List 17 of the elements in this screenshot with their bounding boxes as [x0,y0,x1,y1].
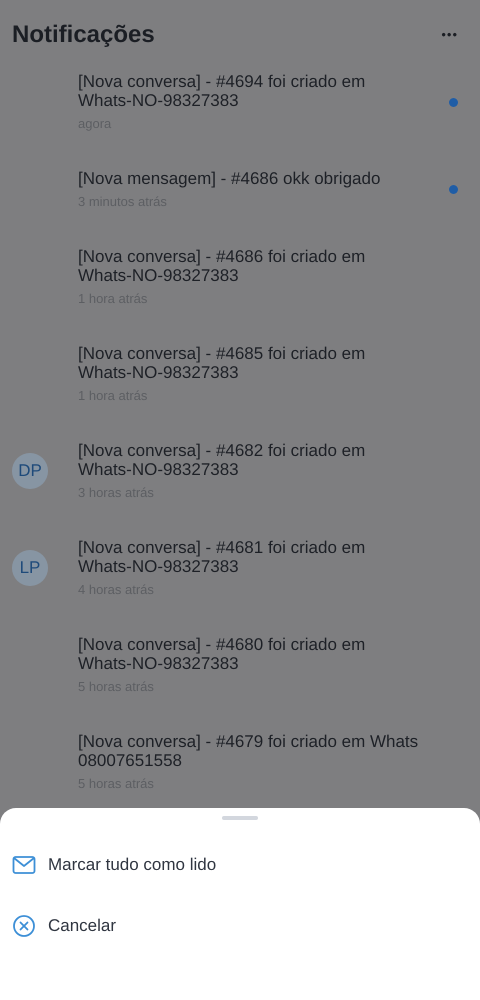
mark-all-read-button[interactable]: Marcar tudo como lido [0,834,480,895]
drag-handle[interactable] [222,816,258,820]
notification-text[interactable]: [Nova conversa] - #4679 foi criado em Whats 08007651558 [78,732,421,770]
notification-text[interactable]: [Nova conversa] - #4680 foi criado em Whats-NO-98327383 [78,635,421,673]
cancel-button[interactable]: Cancelar [0,895,480,956]
notification-text[interactable]: [Nova conversa] - #4681 foi criado em Whats-NO-98327383 [78,538,421,576]
avatar: LP [12,550,48,586]
mail-icon [12,854,36,874]
close-icon [12,914,36,938]
notification-text[interactable]: [Nova mensagem] - #4686 okk obrigado [78,169,380,188]
avatar: DP [12,453,48,489]
notification-text[interactable]: [Nova conversa] - #4694 foi criado em Whats-NO-98327383 [78,72,421,110]
notification-text[interactable]: [Nova conversa] - #4682 foi criado em Whats-NO-98327383 [78,441,421,479]
notification-text[interactable]: [Nova conversa] - #4685 foi criado em Whats-NO-98327383 [78,344,421,382]
page-title: Notificações [12,20,155,50]
notification-text[interactable]: [Nova conversa] - #4686 foi criado em Whats-NO-98327383 [78,247,421,285]
more-menu-button[interactable]: ••• [433,18,466,52]
